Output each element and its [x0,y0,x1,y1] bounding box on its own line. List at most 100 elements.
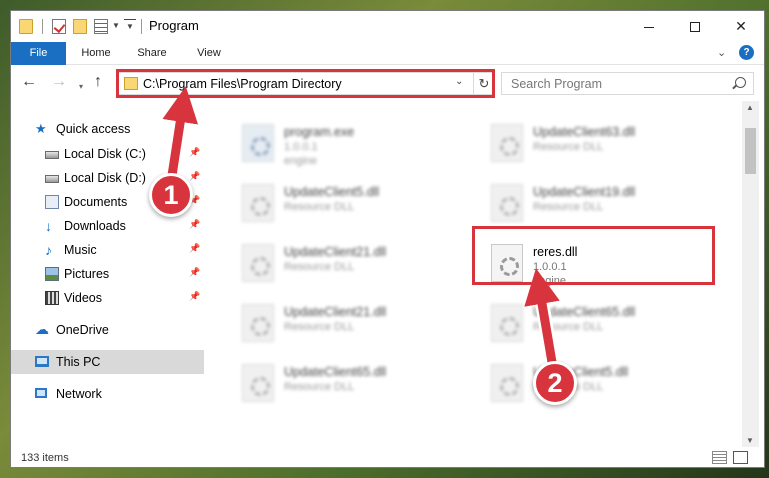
tab-view[interactable]: View [186,42,232,65]
sidebar-item-network[interactable]: Network [11,382,204,406]
folder-icon [19,19,33,34]
star-icon: ★ [35,121,47,136]
title-bar: ▼ ▼ Program ✕ [11,11,764,42]
file-detail: Resource DLL [284,321,355,333]
cloud-icon: ☁ [35,321,49,337]
new-folder-icon[interactable] [73,19,87,34]
pin-icon[interactable]: 📌 [189,171,200,182]
sidebar-item-label: OneDrive [56,323,109,337]
back-arrow-icon[interactable]: ← [21,74,37,90]
maximize-icon [690,22,700,33]
file-item[interactable]: UpdateClient19.dll Resource DLL [483,176,723,231]
forward-arrow-icon[interactable]: → [51,74,67,90]
sidebar-item-label: Local Disk (C:) [64,147,146,161]
pin-icon[interactable]: 📌 [189,219,200,230]
exe-file-icon [242,124,274,162]
properties-icon[interactable] [94,19,108,34]
ribbon: File Home Share View ⌄ ? [11,42,764,65]
videos-icon [45,291,59,305]
dll-file-icon [242,364,274,402]
sidebar-item-this-pc[interactable]: This PC [11,350,204,374]
documents-icon [45,195,59,209]
file-item[interactable]: UpdateClient5.dll Resource DLL [483,356,723,411]
close-icon: ✕ [735,18,747,34]
search-placeholder: Search Program [511,77,603,91]
sidebar-item-quick-access[interactable]: ★ Quick access [11,117,204,141]
pin-icon[interactable]: 📌 [189,267,200,278]
help-icon[interactable]: ? [739,45,754,60]
dll-file-icon [491,364,523,402]
file-name: UpdateClient21.dll [284,305,387,319]
vertical-scrollbar[interactable]: ▲ ▼ [742,101,759,447]
sidebar-item-label: This PC [56,355,101,369]
file-item[interactable]: UpdateClient21.dll Resource DLL [234,236,474,291]
file-item[interactable]: UpdateClient65.dll Resource DLL [234,356,474,411]
file-item[interactable]: UpdateClient65.dll Resource DLL [483,296,723,351]
search-icon [735,77,746,88]
pin-icon[interactable]: 📌 [189,147,200,158]
disk-icon [45,151,59,159]
details-view-icon[interactable] [712,451,727,464]
properties-check-icon[interactable] [52,19,66,34]
download-icon: ↓ [45,218,52,234]
dll-file-icon [491,304,523,342]
sidebar-item-music[interactable]: ♪ Music 📌 [11,238,204,262]
file-detail: engine [284,155,318,167]
sidebar-item-onedrive[interactable]: ☁ OneDrive [11,318,204,342]
dll-file-icon [491,184,523,222]
dll-file-icon [242,184,274,222]
pin-icon[interactable]: 📌 [189,291,200,302]
scrollbar-thumb[interactable] [745,128,756,174]
file-item[interactable]: UpdateClient63.dll Resource DLL [483,116,723,171]
file-detail: 1.0.0.1 [284,141,318,153]
file-detail: Resource DLL [284,381,355,393]
file-name: UpdateClient5.dll [284,185,380,199]
file-name: program.exe [284,125,355,139]
computer-icon [35,356,49,367]
file-detail: Resource DLL [533,201,604,213]
pin-icon[interactable]: 📌 [189,243,200,254]
divider [141,19,142,34]
tab-file[interactable]: File [11,42,66,65]
dll-file-icon [242,304,274,342]
network-icon [35,388,47,398]
sidebar-item-pictures[interactable]: Pictures 📌 [11,262,204,286]
file-name: UpdateClient63.dll [533,125,636,139]
search-input[interactable]: Search Program [501,72,754,95]
sidebar-item-label: Documents [64,195,128,209]
file-item[interactable]: UpdateClient21.dll Resource DLL [234,296,474,351]
music-icon: ♪ [45,242,52,258]
step-2-badge: 2 [533,361,577,405]
maximize-button[interactable] [672,11,718,42]
sidebar-item-label: Videos [64,291,102,305]
file-item[interactable]: program.exe 1.0.0.1 engine [234,116,474,171]
disk-icon [45,175,59,183]
minimize-icon [644,26,654,28]
expand-ribbon-icon[interactable]: ⌄ [717,46,726,59]
chevron-down-icon[interactable]: ▼ [111,19,121,33]
tab-share[interactable]: Share [129,42,175,65]
step-1-badge: 1 [149,173,193,217]
up-arrow-icon[interactable]: ↑ [94,74,102,90]
sidebar-item-downloads[interactable]: ↓ Downloads 📌 [11,214,204,238]
file-detail: Resource DLL [533,321,604,333]
sidebar-item-label: Music [64,243,97,257]
minimize-button[interactable] [626,11,672,42]
file-name: UpdateClient65.dll [284,365,387,379]
scroll-up-icon[interactable]: ▲ [746,103,754,112]
sidebar-item-local-disk-c[interactable]: Local Disk (C:) 📌 [11,142,204,166]
tiles-view-icon[interactable] [733,451,748,464]
sidebar-item-videos[interactable]: Videos 📌 [11,286,204,310]
customize-quick-access-icon[interactable]: ▼ [124,19,136,33]
scroll-down-icon[interactable]: ▼ [746,436,754,445]
tab-home[interactable]: Home [73,42,119,65]
sidebar-item-label: Network [56,387,102,401]
file-item[interactable]: UpdateClient5.dll Resource DLL [234,176,474,231]
sidebar-item-label: Quick access [56,122,131,136]
navigation-pane: ★ Quick access Local Disk (C:) 📌 Local D… [11,101,204,447]
sidebar-item-label: Local Disk (D:) [64,171,146,185]
recent-locations-icon[interactable]: ▾ [79,79,83,95]
file-detail: Resource DLL [284,261,355,273]
close-button[interactable]: ✕ [718,11,764,42]
dll-file-icon [491,124,523,162]
